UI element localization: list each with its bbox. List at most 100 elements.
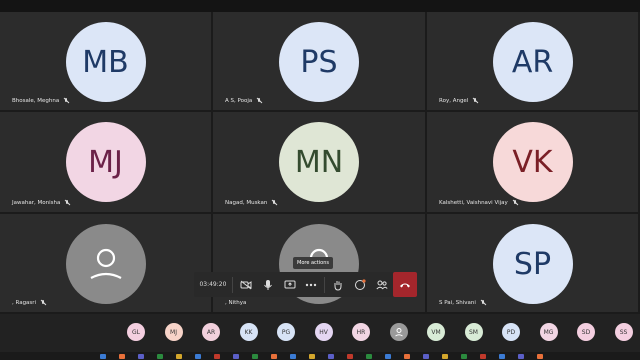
taskbar-app-icon[interactable] xyxy=(385,354,391,359)
taskbar-app-icon[interactable] xyxy=(290,354,296,359)
avatar: AR xyxy=(492,22,573,102)
microphone-icon xyxy=(263,279,272,290)
avatar-initials: VK xyxy=(512,144,553,180)
mic-muted-icon xyxy=(472,98,478,104)
participant-name-text: Bhosale, Meghna xyxy=(12,98,60,104)
taskbar-app-icon[interactable] xyxy=(366,354,372,359)
call-controls-bar: 03:49:20 xyxy=(194,272,417,297)
avatar: MN xyxy=(279,122,359,202)
chip-initials: SD xyxy=(581,328,591,336)
participant-chip[interactable]: KK xyxy=(239,323,258,341)
taskbar-app-icon[interactable] xyxy=(328,354,334,359)
taskbar-app-icon[interactable] xyxy=(347,354,353,359)
taskbar-app-icon[interactable] xyxy=(157,354,163,359)
chip-initials: SM xyxy=(469,328,478,336)
microphone-button[interactable] xyxy=(257,272,279,297)
participant-tile-0[interactable]: MB Bhosale, Meghna xyxy=(0,12,213,112)
participant-tile-3[interactable]: MJ Jawahar, Monisha xyxy=(0,112,213,214)
chip-initials: GL xyxy=(132,328,140,336)
participant-tile-1[interactable]: PS A S, Pooja xyxy=(213,12,427,112)
avatar-initials: SP xyxy=(513,246,552,282)
participant-name: Jawahar, Monisha xyxy=(12,200,70,206)
participant-name: Kalshetti, Vaishnavi Vijay xyxy=(439,200,518,206)
taskbar-app-icon[interactable] xyxy=(100,354,106,359)
participant-name: A S, Pooja xyxy=(225,98,262,104)
avatar: SP xyxy=(492,224,573,304)
participant-chip[interactable]: AR xyxy=(202,323,220,341)
participant-tile-4[interactable]: MN Nagad, Muskan xyxy=(213,112,427,214)
participant-chip[interactable]: PG xyxy=(277,323,295,341)
participant-tile-8[interactable]: SP S Pai, Shivani xyxy=(427,214,640,314)
participant-chip[interactable]: GL xyxy=(127,323,145,341)
taskbar-app-icon[interactable] xyxy=(233,354,239,359)
camera-button[interactable] xyxy=(235,272,257,297)
taskbar-app-icon[interactable] xyxy=(176,354,182,359)
participant-name: Roy, Angel xyxy=(439,98,478,104)
participant-tile-5[interactable]: VK Kalshetti, Vaishnavi Vijay xyxy=(427,112,640,214)
avatar: VK xyxy=(492,122,573,202)
taskbar-app-icon[interactable] xyxy=(214,354,220,359)
participant-name-text: , Nithya xyxy=(225,300,247,306)
more-actions-button[interactable] xyxy=(301,272,323,297)
person-icon xyxy=(394,328,403,337)
participant-chip[interactable]: PD xyxy=(502,323,520,341)
taskbar-app-icon[interactable] xyxy=(423,354,429,359)
raise-hand-icon xyxy=(334,280,342,291)
mic-muted-icon xyxy=(64,200,70,206)
avatar-initials: MJ xyxy=(88,144,123,180)
chat-button[interactable] xyxy=(349,272,371,297)
participant-name: Bhosale, Meghna xyxy=(12,98,69,104)
taskbar-app-icon[interactable] xyxy=(404,354,410,359)
avatar-initials: PS xyxy=(300,44,338,80)
participant-chip[interactable]: VM xyxy=(427,323,445,341)
hang-up-button[interactable] xyxy=(393,272,417,297)
avatar-initials: MN xyxy=(294,144,344,180)
hang-up-icon xyxy=(400,283,411,287)
avatar-initials: AR xyxy=(511,44,554,80)
camera-off-icon xyxy=(240,280,252,289)
taskbar-app-icon[interactable] xyxy=(499,354,505,359)
chip-initials: AR xyxy=(206,328,216,336)
taskbar-app-icon[interactable] xyxy=(480,354,486,359)
participants-button[interactable] xyxy=(371,272,393,297)
raise-hand-button[interactable] xyxy=(327,272,349,297)
participant-chip[interactable]: HV xyxy=(314,323,333,341)
taskbar-app-icon[interactable] xyxy=(252,354,258,359)
participant-chip[interactable]: HR xyxy=(352,323,370,341)
chat-icon xyxy=(355,278,366,290)
person-icon xyxy=(89,248,122,279)
taskbar-app-icon[interactable] xyxy=(442,354,448,359)
chip-initials: HV xyxy=(319,328,328,336)
mic-muted-icon xyxy=(256,98,262,104)
participants-icon xyxy=(376,280,388,289)
taskbar xyxy=(0,352,640,360)
more-actions-icon xyxy=(306,283,317,286)
participant-chip[interactable]: MJ xyxy=(164,323,183,341)
mic-muted-icon xyxy=(271,200,277,206)
participant-name: S Pai, Shivani xyxy=(439,300,486,306)
taskbar-app-icon[interactable] xyxy=(271,354,277,359)
taskbar-app-icon[interactable] xyxy=(309,354,315,359)
chip-initials: PD xyxy=(506,328,516,336)
tooltip: More actions xyxy=(293,257,333,269)
taskbar-app-icon[interactable] xyxy=(518,354,524,359)
participant-name: Nagad, Muskan xyxy=(225,200,277,206)
participant-name-text: A S, Pooja xyxy=(225,98,253,104)
participant-chip[interactable]: MG xyxy=(539,323,558,341)
taskbar-app-icon[interactable] xyxy=(461,354,467,359)
taskbar-app-icon[interactable] xyxy=(195,354,201,359)
participant-chip[interactable]: SM xyxy=(464,323,483,341)
participant-tile-2[interactable]: AR Roy, Angel xyxy=(427,12,640,112)
participant-chip[interactable]: SD xyxy=(577,323,595,341)
participant-chip[interactable]: SS xyxy=(614,323,633,341)
avatar: MB xyxy=(65,22,146,102)
participant-tile-6[interactable]: , Ragasri xyxy=(0,214,213,314)
mic-muted-icon xyxy=(480,300,486,306)
participant-name-text: Roy, Angel xyxy=(439,98,469,104)
taskbar-app-icon[interactable] xyxy=(119,354,125,359)
taskbar-app-icon[interactable] xyxy=(537,354,543,359)
participant-chip[interactable] xyxy=(389,323,408,341)
taskbar-app-icon[interactable] xyxy=(138,354,144,359)
chip-initials: SS xyxy=(619,328,628,336)
share-screen-button[interactable] xyxy=(279,272,301,297)
